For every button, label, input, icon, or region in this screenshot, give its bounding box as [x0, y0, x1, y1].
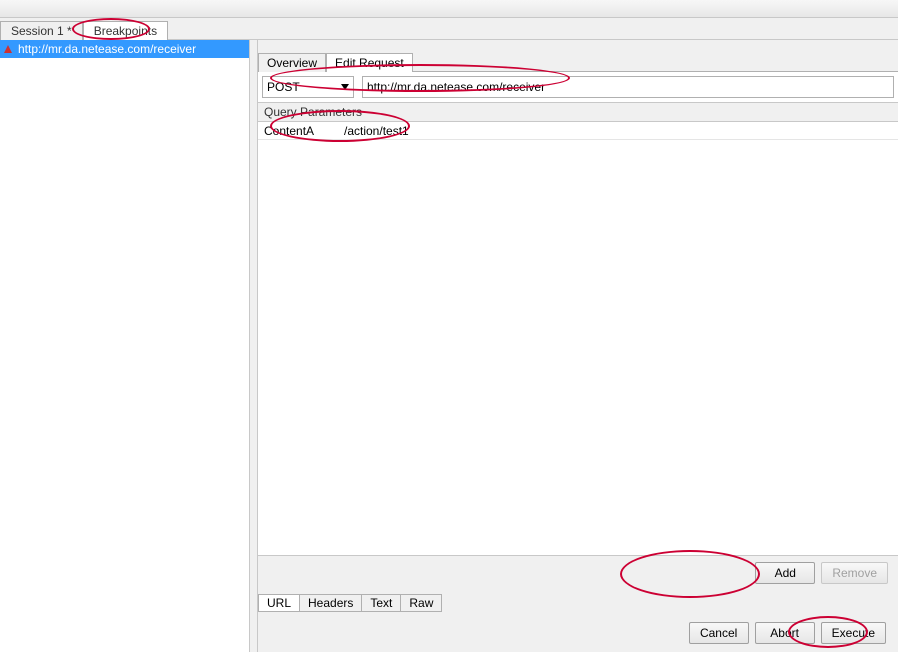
- detail-tab-bar: Overview Edit Request: [258, 50, 898, 72]
- vertical-splitter[interactable]: [250, 40, 258, 652]
- tab-overview[interactable]: Overview: [258, 53, 326, 72]
- tab-text[interactable]: Text: [361, 594, 401, 612]
- query-parameters-header: Query Parameters: [258, 102, 898, 122]
- tab-raw[interactable]: Raw: [400, 594, 442, 612]
- cancel-button[interactable]: Cancel: [689, 622, 749, 644]
- tab-edit-request[interactable]: Edit Request: [326, 53, 413, 72]
- http-method-value: POST: [267, 80, 300, 94]
- execute-button[interactable]: Execute: [821, 622, 886, 644]
- table-row[interactable]: ContentA /action/test1: [258, 122, 898, 140]
- abort-button[interactable]: Abort: [755, 622, 815, 644]
- chevron-down-icon: [341, 84, 349, 90]
- view-tab-bar: URL Headers Text Raw: [258, 592, 898, 614]
- tab-url[interactable]: URL: [258, 594, 300, 612]
- breakpoint-list[interactable]: http://mr.da.netease.com/receiver: [0, 40, 250, 652]
- tab-breakpoints[interactable]: Breakpoints: [83, 21, 168, 40]
- request-arrow-icon: [4, 45, 12, 53]
- http-method-select[interactable]: POST: [262, 76, 354, 98]
- parameter-table[interactable]: ContentA /action/test1: [258, 122, 898, 556]
- param-name[interactable]: ContentA: [258, 124, 338, 138]
- tab-headers[interactable]: Headers: [299, 594, 362, 612]
- list-item-url: http://mr.da.netease.com/receiver: [18, 42, 196, 56]
- main-tab-bar: Session 1 * Breakpoints: [0, 18, 898, 40]
- request-url-input[interactable]: http://mr.da.netease.com/receiver: [362, 76, 894, 98]
- tab-session[interactable]: Session 1 *: [0, 21, 83, 40]
- list-item[interactable]: http://mr.da.netease.com/receiver: [0, 40, 249, 58]
- add-button[interactable]: Add: [755, 562, 815, 584]
- remove-button[interactable]: Remove: [821, 562, 888, 584]
- request-url-value: http://mr.da.netease.com/receiver: [367, 80, 545, 94]
- detail-pane: Overview Edit Request POST http://mr.da.…: [258, 40, 898, 652]
- app-toolbar: [0, 0, 898, 18]
- param-value[interactable]: /action/test1: [338, 124, 898, 138]
